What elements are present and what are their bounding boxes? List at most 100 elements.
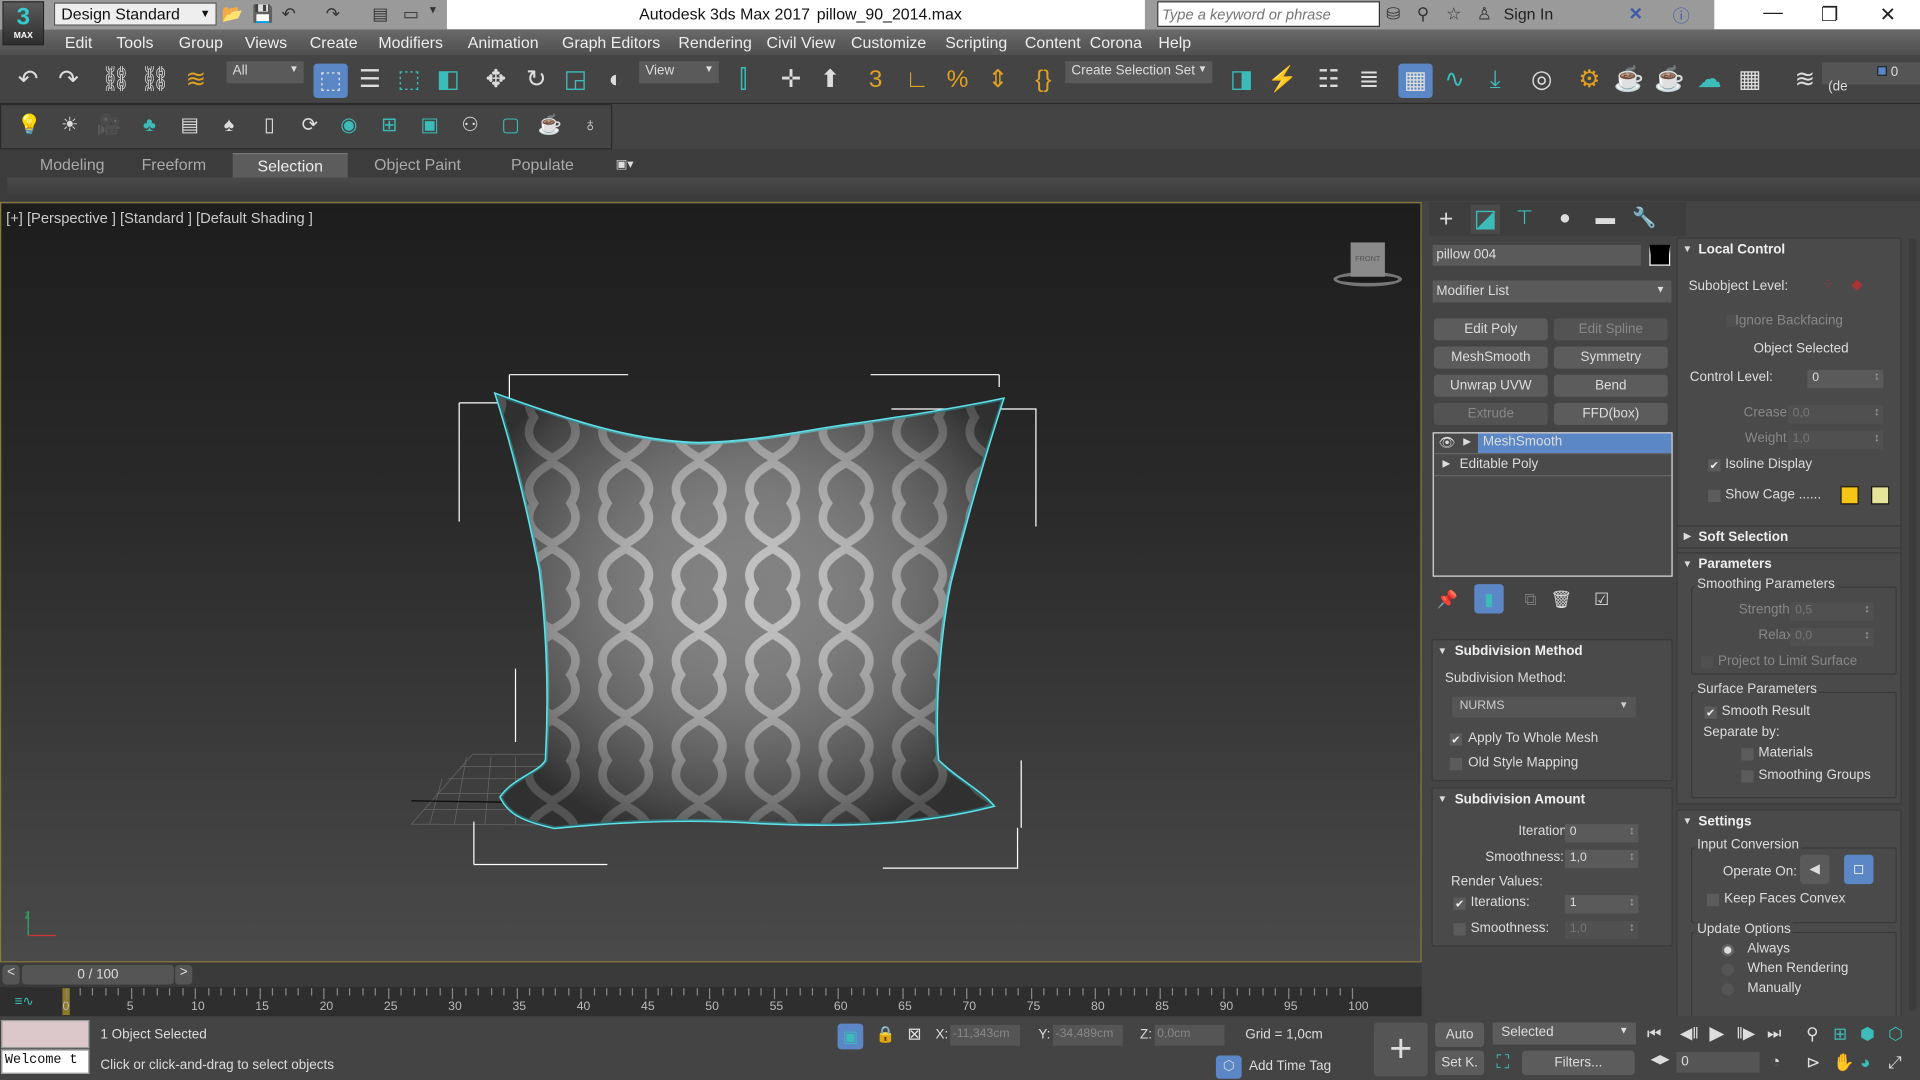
tab-modeling[interactable]: Modeling [24,153,120,177]
expand-arrow-icon[interactable]: ▶ [1463,436,1471,447]
ffd-box-button[interactable]: FFD(box) [1553,402,1668,425]
current-frame-field[interactable]: 0 [1676,1051,1760,1073]
pin-stack-icon[interactable]: 📌 [1433,584,1462,613]
ribbon-options-icon[interactable]: ▣▾ [606,153,643,177]
old-style-mapping-checkbox[interactable] [1449,757,1463,771]
open-file-icon[interactable]: 📂 [222,4,243,25]
menu-tools[interactable]: Tools [116,33,153,51]
maximize-viewport-icon[interactable]: ⤢ [1888,1052,1902,1073]
viewport-split-icon[interactable]: ⊞ [375,111,404,140]
render-production-icon[interactable]: ☕ [1654,65,1684,94]
select-by-name-icon[interactable]: ☰ [355,65,384,94]
collapse-arrow-icon[interactable]: ▼ [1438,793,1448,804]
isoline-display-checkbox[interactable]: ✔ [1708,459,1721,472]
sun-icon[interactable]: ☀ [55,111,84,140]
pan-hand-icon[interactable]: ✋ [1833,1052,1854,1073]
x-coordinate-field[interactable]: -11,343cm [950,1024,1021,1046]
cage-color-swatch[interactable] [1840,486,1859,505]
foliage-icon[interactable]: ▯ [255,111,284,140]
tab-freeform[interactable]: Freeform [127,153,220,177]
zoom-all-icon[interactable]: ⊞ [1833,1024,1847,1045]
subobject-vertex-icon[interactable]: ⁘ [1822,276,1834,293]
customize-qa-icon[interactable]: ▾ [430,4,436,17]
key-mode-toggle-icon[interactable]: ◀▶ [1651,1053,1670,1066]
menu-civil-view[interactable]: Civil View [767,33,836,51]
rectangular-selection-icon[interactable]: ⬚ [394,65,423,94]
menu-edit[interactable]: Edit [65,33,92,51]
link-icon[interactable]: ⛓ [100,65,131,94]
menu-rendering[interactable]: Rendering [678,33,751,51]
object-color-swatch[interactable] [1649,244,1671,266]
curve-editor-mini-icon[interactable]: ≡∿ [15,993,34,1009]
rotate-icon[interactable]: ↻ [522,65,551,94]
rendered-frame-window-icon[interactable]: ☕ [1614,65,1644,94]
object-name-field[interactable]: pillow 004 [1432,244,1641,266]
pivot-center-icon[interactable]: ⫿ [729,65,758,94]
key-filter-dropdown[interactable]: Selected ▼ [1492,1022,1636,1045]
select-manipulate-icon[interactable]: ✛ [776,65,805,94]
previous-frame-icon[interactable]: ◀‖ [1680,1024,1699,1044]
smoothness-spinner[interactable]: 1,0 [1564,849,1639,869]
strength-spinner[interactable]: 0,5 [1790,602,1874,621]
configure-modifier-sets-icon[interactable]: ☑ [1587,584,1616,613]
panel-icon[interactable]: ▢ [496,111,525,140]
layers-icon[interactable]: ≋ [1790,65,1819,94]
key-mode-icon[interactable]: ⛶ [1496,1052,1509,1073]
minimize-button[interactable]: — [1763,2,1783,24]
next-frame-icon[interactable]: ‖▶ [1736,1024,1755,1044]
tab-selection[interactable]: Selection [232,153,348,178]
auto-key-button[interactable]: Auto [1435,1022,1485,1047]
help-icon[interactable]: ⓘ [1673,4,1690,28]
menu-group[interactable]: Group [179,33,223,51]
manually-radio[interactable] [1721,983,1734,996]
add-time-tag-icon[interactable]: ⬡ [1215,1055,1242,1079]
edit-named-selection-icon[interactable]: {} [1029,65,1058,94]
undo-icon[interactable]: ↶ [13,65,42,94]
list-icon[interactable]: ▤ [175,111,204,140]
keyboard-shortcut-override-icon[interactable]: ⬆ [816,65,845,94]
go-to-end-icon[interactable]: ⏭ [1767,1024,1781,1044]
perspective-viewport[interactable]: [+] [Perspective ] [Standard ] [Default … [0,202,1422,963]
selection-lock-icon[interactable]: 🔒 [876,1025,896,1045]
snaps-toggle-icon[interactable]: 3 [861,65,890,94]
apply-whole-mesh-checkbox[interactable]: ✔ [1449,733,1463,746]
set-key-button[interactable]: Set K. [1435,1050,1485,1076]
scene-explorer-icon[interactable]: ☷ [1314,65,1343,94]
render-iterations-spinner[interactable]: 1 [1564,895,1639,914]
relax-spinner[interactable]: 0,0 [1790,628,1874,647]
rollout-title[interactable]: Parameters [1698,557,1771,572]
prev-frame-button[interactable]: < [2,964,20,985]
render-smoothness-checkbox[interactable] [1453,923,1466,936]
time-slider-thumb[interactable]: 0 / 100 [22,964,174,985]
cycle-icon[interactable]: ⟳ [295,111,324,140]
maxscript-listener-mini[interactable] [1,1020,90,1049]
light-icon[interactable]: 💡 [15,111,44,140]
favorites-star-icon[interactable]: ☆ [1446,4,1461,25]
tab-populate[interactable]: Populate [496,153,589,177]
eye-icon[interactable]: 👁 [1439,435,1456,451]
render-cloud-icon[interactable]: ☁ [1695,65,1724,94]
user-icon[interactable]: ♙ [1477,4,1492,25]
make-unique-icon[interactable]: ⧉ [1516,584,1545,613]
show-end-result-icon[interactable]: ▮ [1474,584,1504,614]
menu-modifiers[interactable]: Modifiers [378,33,443,51]
stack-item-editable-poly[interactable]: ▶ Editable Poly [1433,456,1672,477]
rollout-title[interactable]: Subdivision Amount [1455,792,1585,807]
selected-cage-color-swatch[interactable] [1871,486,1890,505]
iterations-spinner[interactable]: 0 [1564,824,1639,843]
named-selection-set-dropdown[interactable]: Create Selection Set ▼ [1065,61,1213,84]
zoom-extents-all-icon[interactable]: ⬡ [1888,1024,1903,1045]
set-key-big-button[interactable]: + [1373,1022,1428,1077]
undo-icon[interactable]: ↶ [282,4,296,25]
menu-graph-editors[interactable]: Graph Editors [562,33,660,51]
camera-add-icon[interactable]: ⚇ [456,111,485,140]
subobject-edge-icon[interactable]: ◆ [1851,276,1862,293]
menu-scripting[interactable]: Scripting [945,33,1007,51]
go-to-start-icon[interactable]: ⏮ [1647,1024,1661,1044]
rollout-title[interactable]: Soft Selection [1698,530,1788,545]
autodesk-exchange-icon[interactable]: ✕ [1629,4,1643,25]
selection-filter-dropdown[interactable]: All ▼ [226,61,304,84]
render-gallery-icon[interactable]: ▦ [1735,65,1764,94]
smooth-result-checkbox[interactable]: ✔ [1704,706,1717,719]
communication-center-icon[interactable]: ⚲ [1417,4,1430,25]
